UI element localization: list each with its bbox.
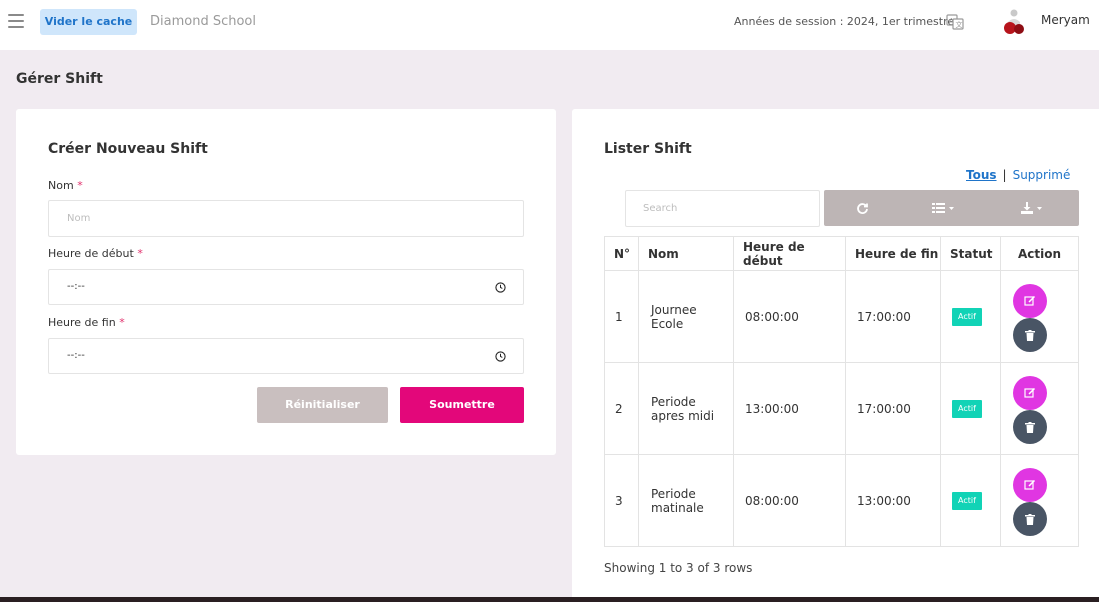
status-badge: Actif <box>952 307 982 326</box>
table-row: 2 Periode apres midi 13:00:00 17:00:00 Ac… <box>604 362 1079 455</box>
top-navbar: Vider le cache Diamond School Années de … <box>0 0 1099 50</box>
action-cell <box>1000 270 1079 363</box>
shift-name-line: apres midi <box>651 408 715 423</box>
avatar[interactable] <box>1000 8 1028 36</box>
action-cell <box>1000 454 1079 547</box>
shift-name-line: matinale <box>651 500 704 515</box>
required-mark: * <box>119 316 125 329</box>
status-badge: Actif <box>952 491 982 510</box>
end-time-label-text: Heure de fin <box>48 316 116 329</box>
edit-icon <box>1024 387 1036 398</box>
name-label-text: Nom <box>48 179 74 192</box>
search-input[interactable] <box>625 190 820 227</box>
delete-button[interactable] <box>1013 502 1047 536</box>
clock-icon[interactable] <box>495 351 506 362</box>
start-time-input[interactable]: --:-- <box>48 269 524 305</box>
create-shift-title: Créer Nouveau Shift <box>48 141 208 157</box>
row-number: 1 <box>604 270 639 363</box>
page-title: Gérer Shift <box>16 71 103 87</box>
filter-separator: | <box>1002 168 1007 182</box>
delete-button[interactable] <box>1013 410 1047 444</box>
list-shift-title: Lister Shift <box>604 141 692 157</box>
shift-name-line: Periode <box>651 394 696 409</box>
required-mark: * <box>77 179 83 192</box>
trash-icon <box>1025 421 1035 433</box>
table-row: 3 Periode matinale 08:00:00 13:00:00 Acti… <box>604 454 1079 547</box>
svg-text:A: A <box>949 17 954 25</box>
column-header[interactable]: Heure de début <box>733 236 846 271</box>
create-shift-card: Créer Nouveau Shift Nom * Heure de début… <box>16 109 556 455</box>
school-name: Diamond School <box>150 14 256 29</box>
end-time-input[interactable]: --:-- <box>48 338 524 374</box>
clock-icon[interactable] <box>495 282 506 293</box>
end-time-label: Heure de fin * <box>48 316 125 329</box>
pagination-info: Showing 1 to 3 of 3 rows <box>604 561 753 575</box>
shift-name: Periode apres midi <box>638 362 734 455</box>
status-cell: Actif <box>940 454 1001 547</box>
export-button[interactable] <box>989 190 1079 226</box>
delete-button[interactable] <box>1013 318 1047 352</box>
list-shift-card: Lister Shift Tous | Supprimé Search N° N… <box>572 109 1099 602</box>
end-time-cell: 17:00:00 <box>845 362 941 455</box>
table-row: 1 Journee Ecole 08:00:00 17:00:00 Actif <box>604 270 1079 363</box>
trash-icon <box>1025 513 1035 525</box>
column-header[interactable]: N° <box>604 236 639 271</box>
edit-button[interactable] <box>1013 284 1047 318</box>
column-header[interactable]: Statut <box>940 236 1001 271</box>
start-time-cell: 08:00:00 <box>733 454 846 547</box>
start-time-label: Heure de début * <box>48 247 143 260</box>
action-cell <box>1000 362 1079 455</box>
filter-deleted-link[interactable]: Supprimé <box>1013 168 1071 182</box>
column-header[interactable]: Heure de fin <box>845 236 941 271</box>
list-icon <box>932 203 954 213</box>
edit-button[interactable] <box>1013 376 1047 410</box>
shift-name-line: Ecole <box>651 316 684 331</box>
download-icon <box>1021 202 1042 214</box>
refresh-icon <box>857 202 868 214</box>
menu-icon[interactable] <box>8 14 24 28</box>
edit-icon <box>1024 479 1036 490</box>
required-mark: * <box>137 247 143 260</box>
start-time-label-text: Heure de début <box>48 247 134 260</box>
end-time-cell: 13:00:00 <box>845 454 941 547</box>
start-time-cell: 08:00:00 <box>733 270 846 363</box>
submit-button[interactable]: Soumettre <box>400 387 524 423</box>
shift-name: Periode matinale <box>638 454 734 547</box>
filter-links: Tous | Supprimé <box>966 168 1070 182</box>
taskbar-strip <box>0 597 1099 602</box>
clear-cache-button[interactable]: Vider le cache <box>40 9 137 35</box>
trash-icon <box>1025 329 1035 341</box>
edit-icon <box>1024 295 1036 306</box>
end-time-value: --:-- <box>67 350 85 361</box>
session-year-text: Années de session : 2024, 1er trimestre <box>734 15 955 28</box>
edit-button[interactable] <box>1013 468 1047 502</box>
row-number: 3 <box>604 454 639 547</box>
user-name[interactable]: Meryam <box>1041 13 1090 27</box>
shift-name-line: Journee <box>651 302 697 317</box>
start-time-value: --:-- <box>67 281 85 292</box>
translate-icon[interactable]: A 文 <box>946 13 964 31</box>
status-cell: Actif <box>940 362 1001 455</box>
status-badge: Actif <box>952 399 982 418</box>
svg-text:文: 文 <box>956 20 963 29</box>
table-toolbar <box>824 190 1079 226</box>
name-input[interactable] <box>48 200 524 237</box>
start-time-cell: 13:00:00 <box>733 362 846 455</box>
shift-table: N° Nom Heure de début Heure de fin Statu… <box>604 236 1079 547</box>
name-label: Nom * <box>48 179 83 192</box>
column-header[interactable]: Nom <box>638 236 734 271</box>
column-header: Action <box>1000 236 1079 271</box>
end-time-cell: 17:00:00 <box>845 270 941 363</box>
status-cell: Actif <box>940 270 1001 363</box>
shift-name-line: Periode <box>651 486 696 501</box>
table-header-row: N° Nom Heure de début Heure de fin Statu… <box>604 236 1079 271</box>
shift-name: Journee Ecole <box>638 270 734 363</box>
columns-toggle-button[interactable] <box>901 190 989 226</box>
refresh-button[interactable] <box>824 190 901 226</box>
row-number: 2 <box>604 362 639 455</box>
filter-all-link[interactable]: Tous <box>966 168 997 182</box>
reset-button[interactable]: Réinitialiser <box>257 387 388 423</box>
